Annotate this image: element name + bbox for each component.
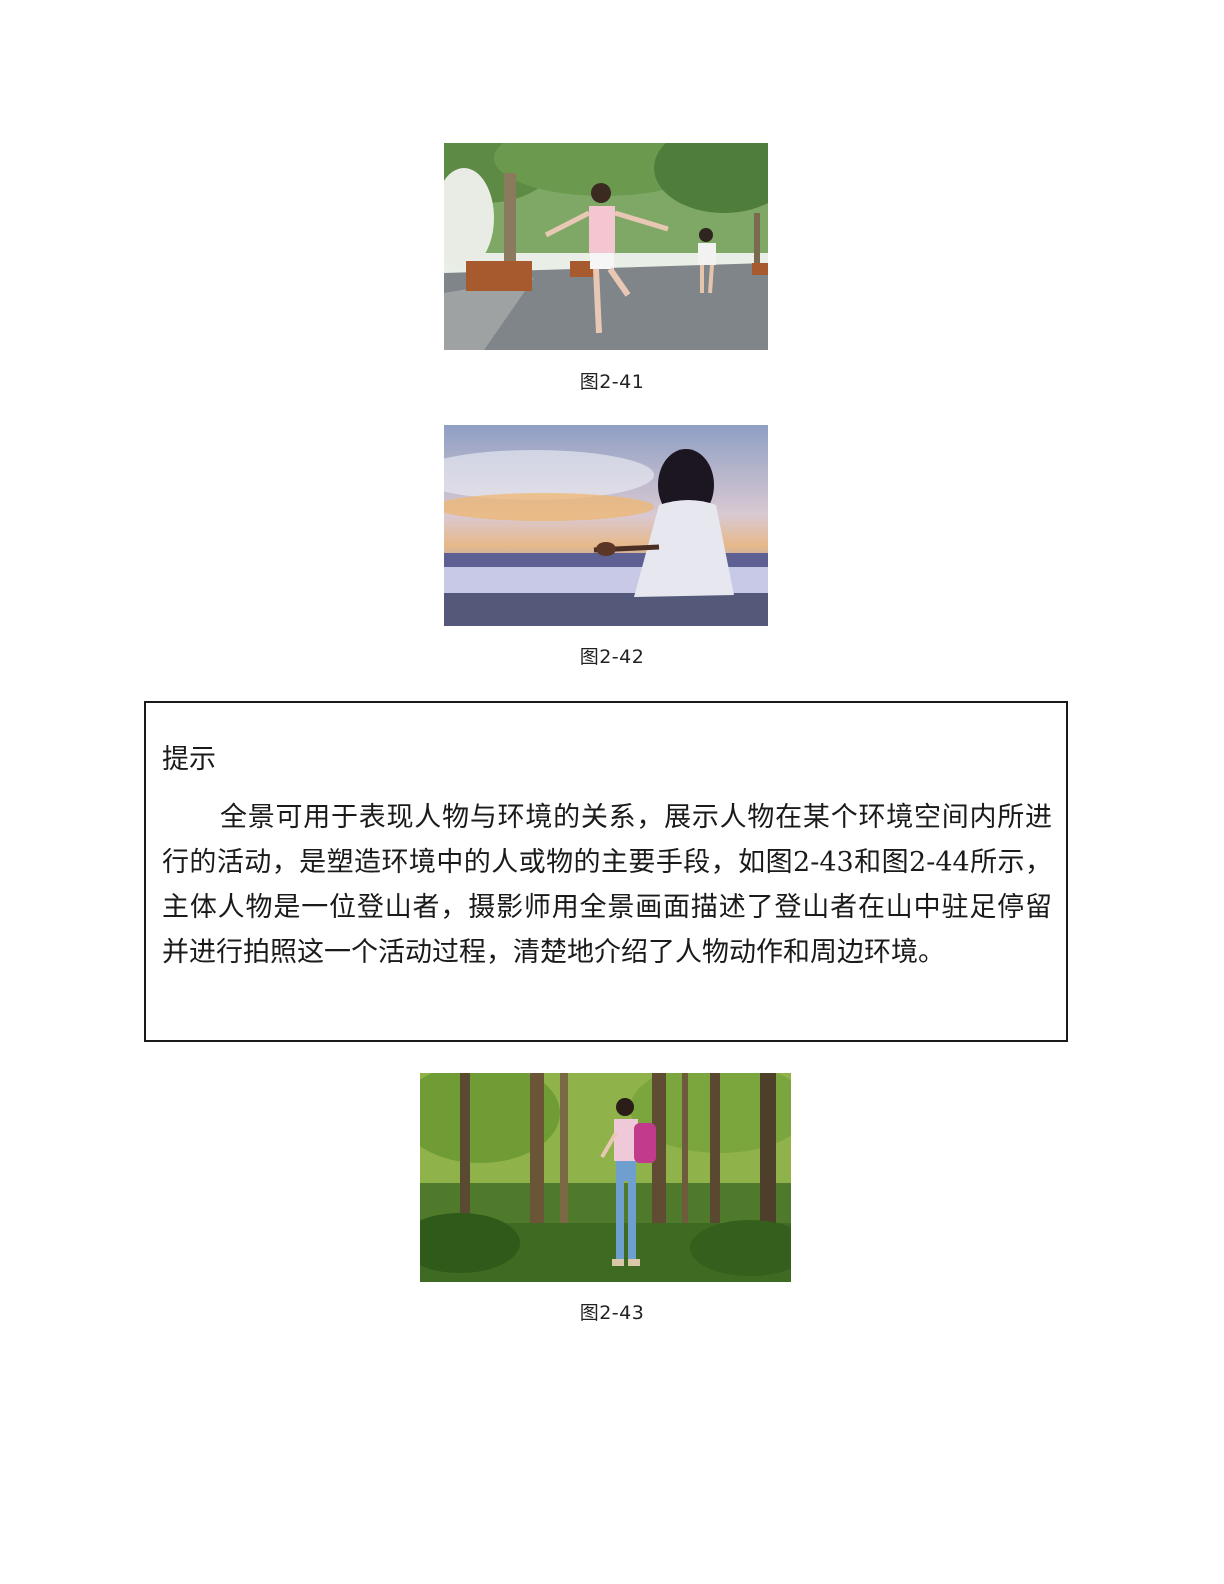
figure-2-42-caption: 图2-42 [579, 646, 645, 668]
hiker-in-forest-image [420, 1073, 791, 1282]
tip-box: 提示 全景可用于表现人物与环境的关系，展示人物在某个环境空间内所进行的活动，是塑… [144, 701, 1068, 1042]
figure-2-43-photo [420, 1073, 791, 1282]
figure-2-43-caption: 图2-43 [579, 1302, 645, 1324]
figure-2-42-photo [444, 425, 768, 626]
tip-title: 提示 [162, 744, 216, 775]
children-running-image [444, 143, 768, 350]
figure-2-41-caption: 图2-41 [579, 371, 645, 393]
woman-by-lake-image [444, 425, 768, 626]
tip-body-text: 全景可用于表现人物与环境的关系，展示人物在某个环境空间内所进行的活动，是塑造环境… [162, 802, 1052, 968]
figure-2-41-photo [444, 143, 768, 350]
